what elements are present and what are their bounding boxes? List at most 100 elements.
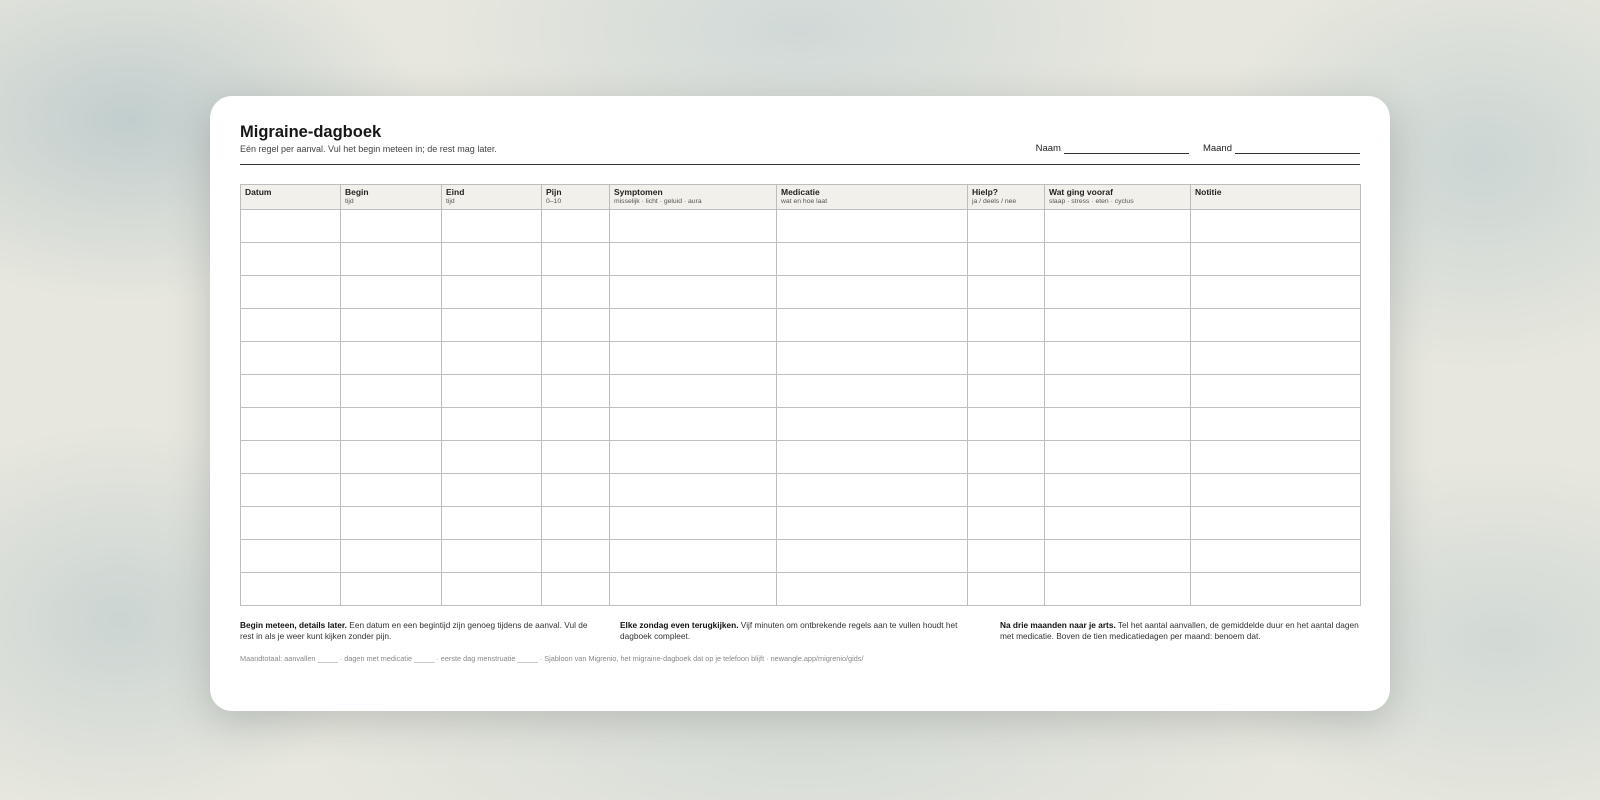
table-cell[interactable]	[441, 209, 542, 243]
table-cell[interactable]	[240, 341, 341, 375]
table-cell[interactable]	[340, 242, 442, 276]
month-field-line[interactable]	[1235, 142, 1360, 154]
table-cell[interactable]	[340, 473, 442, 507]
table-cell[interactable]	[240, 275, 341, 309]
table-cell[interactable]	[609, 407, 777, 441]
table-cell[interactable]	[1044, 539, 1191, 573]
table-cell[interactable]	[541, 506, 610, 540]
table-cell[interactable]	[240, 308, 341, 342]
table-cell[interactable]	[1190, 407, 1361, 441]
table-cell[interactable]	[967, 407, 1045, 441]
table-cell[interactable]	[776, 473, 968, 507]
table-cell[interactable]	[776, 506, 968, 540]
table-cell[interactable]	[609, 242, 777, 276]
table-cell[interactable]	[541, 539, 610, 573]
table-cell[interactable]	[441, 341, 542, 375]
table-cell[interactable]	[609, 209, 777, 243]
table-cell[interactable]	[340, 209, 442, 243]
table-cell[interactable]	[240, 242, 341, 276]
table-cell[interactable]	[340, 572, 442, 606]
table-cell[interactable]	[609, 440, 777, 474]
table-cell[interactable]	[340, 275, 442, 309]
table-cell[interactable]	[967, 341, 1045, 375]
table-cell[interactable]	[541, 341, 610, 375]
table-cell[interactable]	[776, 539, 968, 573]
table-cell[interactable]	[541, 407, 610, 441]
table-cell[interactable]	[967, 506, 1045, 540]
table-cell[interactable]	[1044, 341, 1191, 375]
table-cell[interactable]	[1044, 209, 1191, 243]
table-cell[interactable]	[541, 572, 610, 606]
table-cell[interactable]	[1190, 242, 1361, 276]
table-cell[interactable]	[609, 506, 777, 540]
table-cell[interactable]	[441, 242, 542, 276]
table-cell[interactable]	[1044, 275, 1191, 309]
table-cell[interactable]	[609, 374, 777, 408]
table-cell[interactable]	[967, 209, 1045, 243]
table-cell[interactable]	[340, 539, 442, 573]
table-cell[interactable]	[541, 209, 610, 243]
table-cell[interactable]	[967, 308, 1045, 342]
table-cell[interactable]	[541, 275, 610, 309]
table-cell[interactable]	[1190, 572, 1361, 606]
table-cell[interactable]	[441, 407, 542, 441]
table-cell[interactable]	[1190, 374, 1361, 408]
table-cell[interactable]	[609, 308, 777, 342]
table-cell[interactable]	[609, 473, 777, 507]
table-cell[interactable]	[1044, 473, 1191, 507]
table-cell[interactable]	[967, 440, 1045, 474]
table-cell[interactable]	[1044, 407, 1191, 441]
table-cell[interactable]	[340, 308, 442, 342]
table-cell[interactable]	[441, 374, 542, 408]
table-cell[interactable]	[967, 473, 1045, 507]
table-cell[interactable]	[441, 539, 542, 573]
table-cell[interactable]	[776, 308, 968, 342]
table-cell[interactable]	[240, 440, 341, 474]
table-cell[interactable]	[609, 539, 777, 573]
table-cell[interactable]	[1190, 308, 1361, 342]
table-cell[interactable]	[541, 440, 610, 474]
table-cell[interactable]	[340, 407, 442, 441]
table-cell[interactable]	[609, 275, 777, 309]
table-cell[interactable]	[1190, 341, 1361, 375]
table-cell[interactable]	[967, 242, 1045, 276]
table-cell[interactable]	[240, 572, 341, 606]
table-cell[interactable]	[776, 341, 968, 375]
table-cell[interactable]	[441, 440, 542, 474]
table-cell[interactable]	[776, 242, 968, 276]
month-field[interactable]: Maand	[1203, 142, 1360, 154]
table-cell[interactable]	[967, 572, 1045, 606]
table-cell[interactable]	[541, 473, 610, 507]
table-cell[interactable]	[776, 407, 968, 441]
table-cell[interactable]	[340, 440, 442, 474]
table-cell[interactable]	[609, 572, 777, 606]
table-cell[interactable]	[1044, 242, 1191, 276]
table-cell[interactable]	[967, 275, 1045, 309]
table-cell[interactable]	[1190, 506, 1361, 540]
name-field-line[interactable]	[1063, 142, 1189, 154]
table-cell[interactable]	[541, 242, 610, 276]
table-cell[interactable]	[1190, 209, 1361, 243]
table-cell[interactable]	[441, 506, 542, 540]
table-cell[interactable]	[776, 209, 968, 243]
table-cell[interactable]	[776, 374, 968, 408]
table-cell[interactable]	[441, 473, 542, 507]
table-cell[interactable]	[1044, 440, 1191, 474]
table-cell[interactable]	[240, 473, 341, 507]
table-cell[interactable]	[441, 308, 542, 342]
table-cell[interactable]	[1190, 440, 1361, 474]
table-cell[interactable]	[776, 440, 968, 474]
table-cell[interactable]	[1044, 506, 1191, 540]
table-cell[interactable]	[1044, 572, 1191, 606]
table-cell[interactable]	[240, 539, 341, 573]
table-cell[interactable]	[240, 506, 341, 540]
table-cell[interactable]	[776, 275, 968, 309]
table-cell[interactable]	[1190, 473, 1361, 507]
table-cell[interactable]	[340, 341, 442, 375]
table-cell[interactable]	[541, 374, 610, 408]
table-cell[interactable]	[967, 374, 1045, 408]
table-cell[interactable]	[776, 572, 968, 606]
table-cell[interactable]	[240, 374, 341, 408]
name-field[interactable]: Naam	[1036, 142, 1189, 154]
table-cell[interactable]	[240, 407, 341, 441]
